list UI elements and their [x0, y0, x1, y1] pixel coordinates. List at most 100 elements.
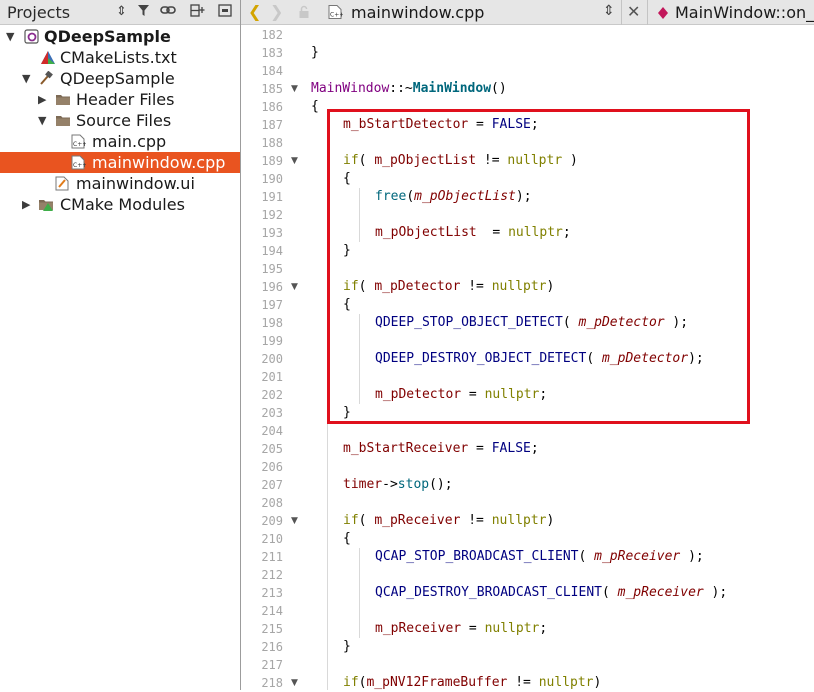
toolbar-divider: [621, 0, 622, 25]
line-number: 202: [261, 388, 283, 402]
tree-item-source-files[interactable]: ▼ Source Files: [0, 110, 240, 131]
code-line: }: [343, 639, 351, 654]
tree-item-mainwindow-ui[interactable]: mainwindow.ui: [0, 173, 240, 194]
folder-icon: [56, 116, 70, 126]
line-number: 182: [261, 28, 283, 42]
tree-item-cmakelists[interactable]: CMakeLists.txt: [0, 47, 240, 68]
line-number: 206: [261, 460, 283, 474]
line-number: 183: [261, 46, 283, 60]
symbol-selector[interactable]: MainWindow::on_: [675, 3, 814, 22]
line-number: 198: [261, 316, 283, 330]
cmake-file-icon: [41, 51, 55, 64]
tree-item-header-files[interactable]: ▶ Header Files: [0, 89, 240, 110]
fold-marker-icon[interactable]: ▼: [291, 278, 298, 296]
tree-item-label: QDeepSample: [44, 27, 171, 46]
tree-item-cmake-modules[interactable]: ▶ CMake Modules: [0, 194, 240, 215]
line-number: 211: [261, 550, 283, 564]
qt-project-icon: [24, 29, 39, 44]
tree-item-label: main.cpp: [92, 132, 167, 151]
ui-file-icon: [55, 176, 69, 191]
tree-item-label: Header Files: [76, 90, 175, 109]
document-list-toggle-icon[interactable]: ⇕: [603, 3, 615, 19]
line-number: 204: [261, 424, 283, 438]
line-number: 195: [261, 262, 283, 276]
chevron-right-icon[interactable]: ▶: [22, 194, 30, 215]
projects-panel-title[interactable]: Projects: [7, 3, 70, 22]
line-number: 212: [261, 568, 283, 582]
chevron-down-icon[interactable]: ▼: [38, 110, 46, 131]
chevron-down-icon[interactable]: ▼: [6, 26, 14, 47]
tree-item-label: mainwindow.ui: [76, 174, 195, 193]
fold-marker-icon[interactable]: ▼: [291, 674, 298, 692]
tree-item-target-qdeepsample[interactable]: ▼ QDeepSample: [0, 68, 240, 89]
line-number: 205: [261, 442, 283, 456]
projects-panel-header: Projects ⇕: [0, 0, 240, 25]
cpp-file-icon: C++: [71, 134, 86, 149]
line-number: 194: [261, 244, 283, 258]
line-number: 189: [261, 154, 283, 168]
svg-text:C++: C++: [73, 141, 86, 148]
hammer-icon: [40, 71, 53, 85]
fold-marker-icon[interactable]: ▼: [291, 152, 298, 170]
line-number: 208: [261, 496, 283, 510]
fold-marker-icon[interactable]: ▼: [291, 512, 298, 530]
cpp-file-icon: C++: [71, 155, 86, 170]
link-icon[interactable]: [160, 4, 176, 21]
tree-item-mainwindow-cpp[interactable]: C++ mainwindow.cpp: [0, 152, 240, 173]
code-line: if(m_pNV12FrameBuffer != nullptr): [343, 675, 602, 690]
code-line: m_pReceiver = nullptr;: [375, 621, 548, 636]
split-add-icon[interactable]: [190, 4, 206, 22]
line-number: 193: [261, 226, 283, 240]
line-number: 190: [261, 172, 283, 186]
line-number: 203: [261, 406, 283, 420]
open-document-selector[interactable]: mainwindow.cpp: [351, 3, 484, 22]
chevron-down-icon[interactable]: ▼: [22, 68, 30, 89]
line-number: 218: [261, 676, 283, 690]
close-document-icon[interactable]: ✕: [627, 2, 640, 21]
fold-marker-icon[interactable]: ▼: [291, 80, 298, 98]
sort-updown-icon[interactable]: ⇕: [116, 4, 127, 20]
tree-item-label: Source Files: [76, 111, 172, 130]
folder-icon: [56, 95, 70, 105]
code-line: m_bStartReceiver = FALSE;: [343, 441, 539, 456]
forward-arrow-icon[interactable]: ❯: [270, 2, 283, 21]
code-line: QCAP_DESTROY_BROADCAST_CLIENT( m_pReceiv…: [375, 585, 728, 600]
line-number: 184: [261, 64, 283, 78]
back-arrow-icon[interactable]: ❮: [248, 2, 261, 21]
line-number: 215: [261, 622, 283, 636]
line-number: 210: [261, 532, 283, 546]
line-number: 216: [261, 640, 283, 654]
tree-item-label: mainwindow.cpp: [92, 153, 226, 172]
line-number: 188: [261, 136, 283, 150]
code-line: {: [343, 531, 351, 546]
line-number: 209: [261, 514, 283, 528]
filter-icon[interactable]: [137, 4, 150, 22]
cmake-modules-icon: [39, 200, 53, 211]
highlight-annotation-box: [327, 109, 750, 424]
line-number: 217: [261, 658, 283, 672]
tree-item-main-cpp[interactable]: C++ main.cpp: [0, 131, 240, 152]
tree-item-label: CMake Modules: [60, 195, 185, 214]
chevron-right-icon[interactable]: ▶: [38, 89, 46, 110]
indent-guide: [359, 548, 360, 638]
line-number: 197: [261, 298, 283, 312]
lock-icon[interactable]: [298, 5, 310, 19]
line-number: 192: [261, 208, 283, 222]
line-number: 199: [261, 334, 283, 348]
line-number: 213: [261, 586, 283, 600]
tree-item-label: CMakeLists.txt: [60, 48, 177, 67]
line-number: 201: [261, 370, 283, 384]
code-line: MainWindow::~MainWindow(): [311, 81, 507, 96]
close-pane-icon[interactable]: [218, 4, 232, 22]
line-number: 187: [261, 118, 283, 132]
tree-item-project-qdeepsample[interactable]: ▼ QDeepSample: [0, 26, 240, 47]
svg-text:C++: C++: [330, 12, 343, 19]
svg-text:C++: C++: [73, 162, 86, 169]
editor-toolbar: ❮ ❯ C++ mainwindow.cpp ⇕ ✕ MainWindow::o…: [241, 0, 814, 25]
line-number-gutter: 182 183 184 185 186 187 188 189 190 191 …: [241, 25, 298, 690]
code-line: timer->stop();: [343, 477, 453, 492]
toolbar-divider: [647, 0, 648, 25]
tree-item-label: QDeepSample: [60, 69, 175, 88]
line-number: 196: [261, 280, 283, 294]
line-number: 185: [261, 82, 283, 96]
